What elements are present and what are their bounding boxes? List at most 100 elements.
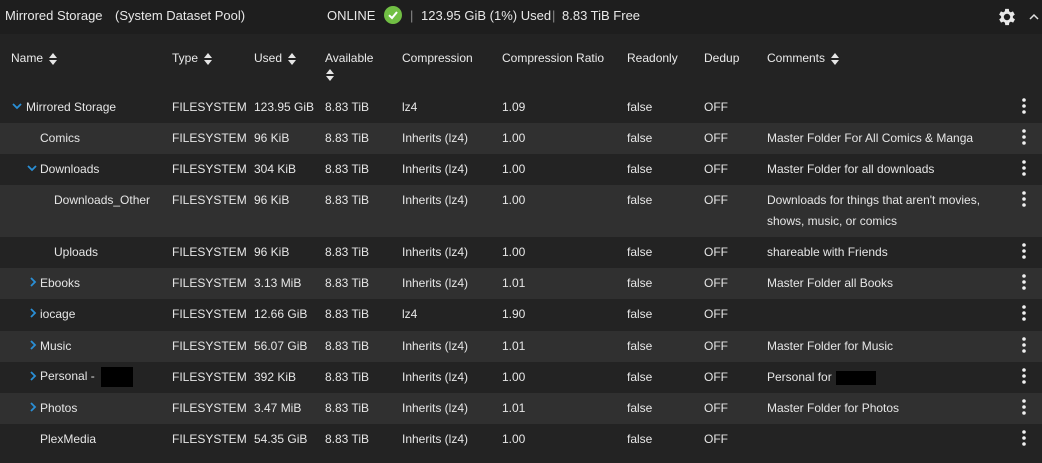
chevron-right-icon[interactable]: [28, 402, 38, 412]
table-row[interactable]: Uploads FILESYSTEM 96 KiB 8.83 TiB Inherits …: [0, 237, 1042, 268]
cell-type: FILESYSTEM: [172, 131, 247, 145]
column-header-available[interactable]: Available: [325, 51, 373, 81]
table-row[interactable]: Downloads_Other FILESYSTEM 96 KiB 8.83 TiB I…: [0, 185, 1042, 237]
cell-dedup: OFF: [704, 401, 728, 415]
cell-used: 392 KiB: [254, 370, 297, 384]
more-vert-icon[interactable]: [1019, 242, 1029, 260]
cell-compression: lz4: [402, 307, 418, 321]
cell-dedup: OFF: [704, 162, 728, 176]
table-row[interactable]: Ebooks FILESYSTEM 3.13 MiB 8.83 TiB Inherits…: [0, 268, 1042, 299]
pool-name: Mirrored Storage: [5, 8, 103, 23]
cell-type: FILESYSTEM: [172, 370, 247, 384]
cell-ratio: 1.00: [502, 245, 526, 259]
column-header-used[interactable]: Used: [254, 51, 297, 65]
cell-type: FILESYSTEM: [172, 401, 247, 415]
chevron-right-icon[interactable]: [28, 371, 38, 381]
dataset-name: Downloads: [40, 162, 100, 176]
sort-icon: [204, 52, 213, 65]
cell-comments: Master Folder all Books: [767, 276, 894, 290]
separator: |: [410, 8, 414, 23]
table-row[interactable]: Music FILESYSTEM 56.07 GiB 8.83 TiB Inherits…: [0, 331, 1042, 362]
cell-compression: Inherits (lz4): [402, 131, 469, 145]
more-vert-icon[interactable]: [1019, 273, 1029, 291]
cell-comments: Master Folder for Music: [767, 339, 894, 353]
more-vert-icon[interactable]: [1019, 336, 1029, 354]
cell-ratio: 1.01: [502, 276, 526, 290]
cell-compression: lz4: [402, 100, 418, 114]
chevron-right-icon[interactable]: [28, 277, 38, 287]
cell-readonly: false: [627, 276, 653, 290]
chevron-up-icon[interactable]: [1029, 12, 1039, 22]
cell-comments: Personal for: [767, 370, 876, 385]
cell-ratio: 1.00: [502, 162, 526, 176]
table-row[interactable]: iocage FILESYSTEM 12.66 GiB 8.83 TiB lz4 1.90…: [0, 299, 1042, 331]
cell-available: 8.83 TiB: [325, 162, 370, 176]
more-vert-icon[interactable]: [1019, 429, 1029, 447]
cell-used: 3.13 MiB: [254, 276, 302, 290]
separator: |: [552, 8, 556, 23]
column-header-name[interactable]: Name: [11, 51, 58, 65]
cell-ratio: 1.00: [502, 370, 526, 384]
cell-compression: Inherits (lz4): [402, 432, 469, 446]
cell-used: 304 KiB: [254, 162, 297, 176]
cell-type: FILESYSTEM: [172, 100, 247, 114]
cell-readonly: false: [627, 162, 653, 176]
sort-icon: [49, 52, 58, 65]
table-row[interactable]: Downloads FILESYSTEM 304 KiB 8.83 TiB Inheri…: [0, 154, 1042, 185]
cell-ratio: 1.00: [502, 193, 526, 207]
column-header-compression[interactable]: Compression: [402, 51, 473, 65]
more-vert-icon[interactable]: [1019, 159, 1029, 177]
more-vert-icon[interactable]: [1019, 97, 1029, 115]
pool-subtitle: (System Dataset Pool): [115, 8, 246, 23]
dataset-name: Comics: [40, 131, 81, 145]
table-row[interactable]: Comics FILESYSTEM 96 KiB 8.83 TiB Inherits (…: [0, 123, 1042, 154]
cell-comments: Master Folder for Photos: [767, 401, 900, 415]
cell-used: 96 KiB: [254, 193, 290, 207]
cell-readonly: false: [627, 100, 653, 114]
more-vert-icon[interactable]: [1019, 367, 1029, 385]
more-vert-icon[interactable]: [1019, 190, 1029, 208]
cell-type: FILESYSTEM: [172, 307, 247, 321]
chevron-right-icon[interactable]: [28, 340, 38, 350]
pool-free: 8.83 TiB Free: [562, 8, 641, 23]
cell-compression: Inherits (lz4): [402, 162, 469, 176]
cell-used: 96 KiB: [254, 131, 290, 145]
cell-available: 8.83 TiB: [325, 245, 370, 259]
gear-icon[interactable]: [996, 6, 1018, 28]
cell-type: FILESYSTEM: [172, 432, 247, 446]
pool-header: Mirrored Storage (System Dataset Pool) O…: [0, 0, 1042, 34]
table-row[interactable]: Photos FILESYSTEM 3.47 MiB 8.83 TiB Inherits…: [0, 393, 1042, 424]
more-vert-icon[interactable]: [1019, 304, 1029, 322]
cell-compression: Inherits (lz4): [402, 193, 469, 207]
column-header-dedup[interactable]: Dedup: [704, 51, 739, 65]
cell-dedup: OFF: [704, 131, 728, 145]
sort-icon: [288, 52, 297, 65]
cell-available: 8.83 TiB: [325, 339, 370, 353]
cell-comments: shareable with Friends: [767, 245, 888, 259]
sort-icon: [831, 52, 840, 65]
table-row[interactable]: PlexMedia FILESYSTEM 54.35 GiB 8.83 TiB Inhe…: [0, 424, 1042, 455]
cell-available: 8.83 TiB: [325, 131, 370, 145]
chevron-down-icon[interactable]: [27, 163, 37, 173]
cell-type: FILESYSTEM: [172, 339, 247, 353]
table-header: Name Type Used Available Compression Com…: [0, 44, 1042, 90]
chevron-right-icon[interactable]: [28, 308, 38, 318]
table-row[interactable]: Mirrored Storage FILESYSTEM 123.95 GiB 8.83…: [0, 92, 1042, 123]
column-header-compression-ratio[interactable]: Compression Ratio: [502, 51, 604, 65]
pool-used: 123.95 GiB (1%) Used: [421, 8, 552, 23]
chevron-down-icon[interactable]: [12, 101, 22, 111]
cell-type: FILESYSTEM: [172, 193, 247, 207]
table-row[interactable]: Personal - FILESYSTEM 392 KiB 8.83 TiB Inher…: [0, 362, 1042, 393]
column-header-type[interactable]: Type: [172, 51, 213, 65]
column-header-readonly[interactable]: Readonly: [627, 51, 678, 65]
cell-available: 8.83 TiB: [325, 370, 370, 384]
cell-readonly: false: [627, 193, 653, 207]
cell-available: 8.83 TiB: [325, 100, 370, 114]
check-circle-icon: [384, 6, 402, 24]
dataset-name: Mirrored Storage: [26, 100, 117, 114]
cell-available: 8.83 TiB: [325, 307, 370, 321]
column-header-comments[interactable]: Comments: [767, 51, 840, 65]
more-vert-icon[interactable]: [1019, 398, 1029, 416]
cell-dedup: OFF: [704, 370, 728, 384]
more-vert-icon[interactable]: [1019, 128, 1029, 146]
